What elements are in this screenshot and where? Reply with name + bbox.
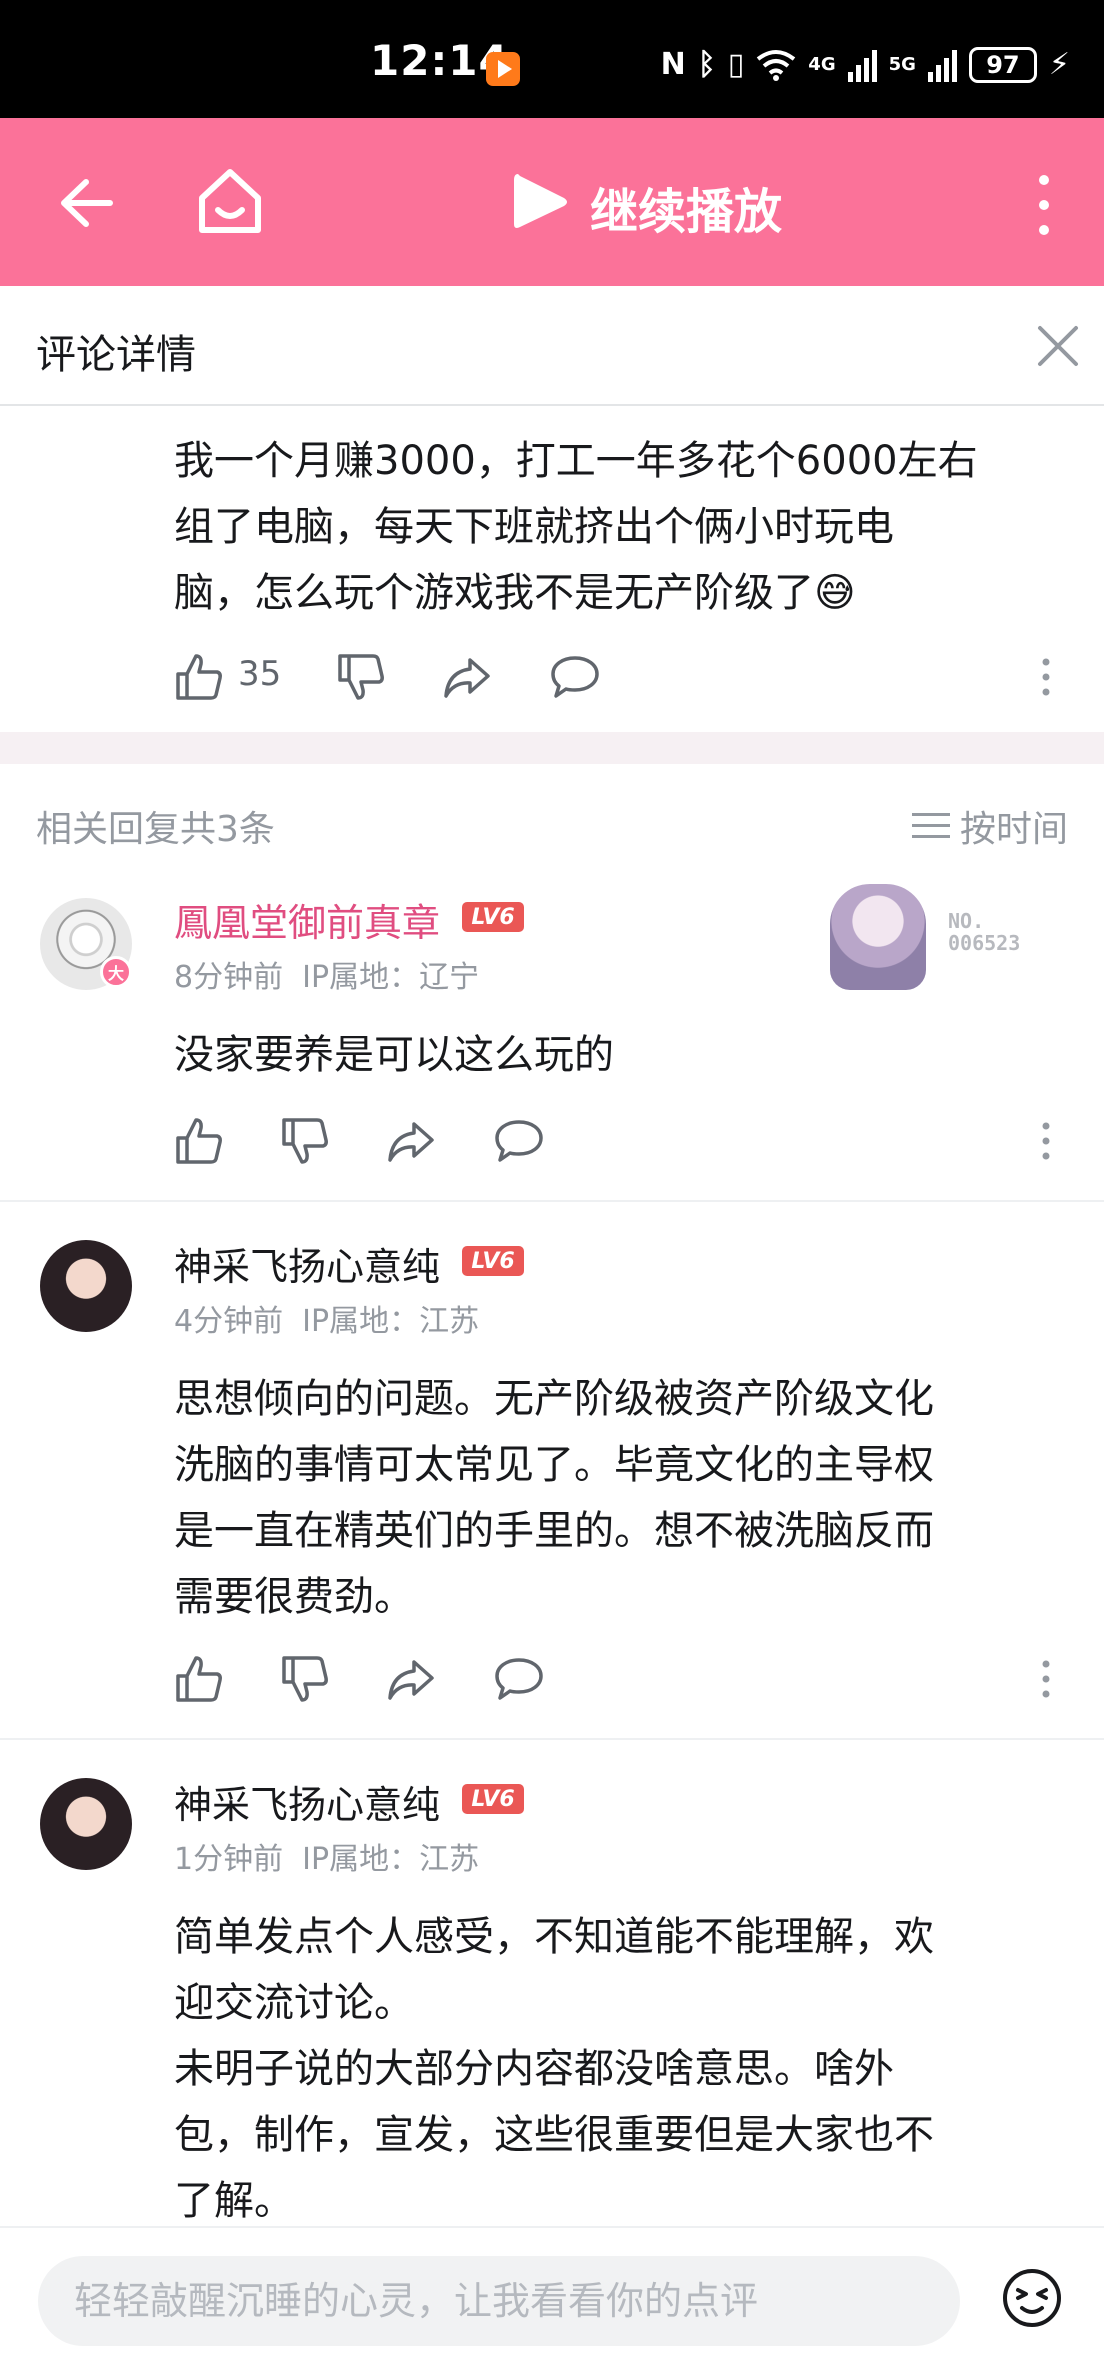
battery-indicator: 97 <box>968 47 1037 83</box>
comment-line: 组了电脑，每天下班就挤出个俩小时玩电 <box>174 504 894 550</box>
vibrate-icon: ▯ <box>727 47 745 82</box>
sort-label: 按时间 <box>959 809 1068 850</box>
reply-ip: IP属地：辽宁 <box>302 960 480 995</box>
section-divider <box>0 732 1104 764</box>
avatar[interactable] <box>40 1240 132 1332</box>
reply-actions <box>174 1654 1074 1714</box>
reply-ip: IP属地：江苏 <box>302 1304 480 1339</box>
thumb-down-icon[interactable] <box>280 1116 330 1166</box>
sort-icon <box>911 811 950 841</box>
wifi-icon <box>757 50 796 81</box>
reply-text: 简单发点个人感受，不知道能不能理解，欢 迎交流讨论。 未明子说的大部分内容都没啥… <box>174 1904 1074 2234</box>
reply-actions <box>174 1116 1074 1176</box>
more-vertical-icon[interactable] <box>1036 652 1056 702</box>
fan-card-number: NO. 006523 <box>948 909 1021 955</box>
username[interactable]: 神采飞扬心意纯 <box>174 1236 440 1291</box>
thumb-up-icon[interactable] <box>174 652 224 702</box>
username[interactable]: 神采飞扬心意纯 <box>174 1774 440 1829</box>
comment-icon[interactable] <box>494 1116 544 1166</box>
comment-line: 需要很费劲。 <box>174 1574 414 1620</box>
status-bar: 12:14 N ᛒ ▯ 4G 5G 97 ⚡ <box>0 0 1104 118</box>
comment-line: 洗脑的事情可太常见了。毕竟文化的主导权 <box>174 1442 934 1488</box>
reply-time: 4分钟前 <box>174 1304 284 1339</box>
comment-line: 简单发点个人感受，不知道能不能理解，欢 <box>174 1914 934 1960</box>
share-icon[interactable] <box>442 652 492 702</box>
reply-divider <box>0 1738 1104 1740</box>
bluetooth-icon: ᛒ <box>697 47 716 82</box>
home-icon[interactable] <box>190 162 270 242</box>
thumb-down-icon[interactable] <box>280 1654 330 1704</box>
signal-icon <box>847 48 877 82</box>
share-icon[interactable] <box>386 1116 436 1166</box>
nfc-icon: N <box>660 47 686 82</box>
close-icon[interactable] <box>1034 322 1082 370</box>
vip-badge: 大 <box>100 956 132 988</box>
charging-icon: ⚡ <box>1048 47 1070 82</box>
fan-card-image <box>830 884 926 990</box>
reply-time: 1分钟前 <box>174 1842 284 1877</box>
reply-ip: IP属地：江苏 <box>302 1842 480 1877</box>
like-count: 35 <box>238 654 282 694</box>
comment-line: 未明子说的大部分内容都没啥意思。啥外 <box>174 2046 894 2092</box>
reply-divider <box>0 1200 1104 1202</box>
back-arrow-icon[interactable] <box>50 168 120 238</box>
reply-text: 思想倾向的问题。无产阶级被资产阶级文化 洗脑的事情可太常见了。毕竟文化的主导权 … <box>174 1366 1074 1630</box>
reply-input-bar <box>0 2226 1104 2376</box>
emoji-icon[interactable] <box>1000 2266 1064 2330</box>
play-icon[interactable] <box>510 170 570 234</box>
share-icon[interactable] <box>386 1654 436 1704</box>
comment-icon[interactable] <box>550 652 600 702</box>
more-vertical-icon[interactable] <box>1036 1654 1056 1704</box>
more-vertical-icon[interactable] <box>1036 1116 1056 1166</box>
main-comment-text: 我一个月赚3000，打工一年多花个6000左右 组了电脑，每天下班就挤出个俩小时… <box>174 428 1074 626</box>
fan-card-badge: NO. 006523 <box>820 880 1040 992</box>
reply-time: 8分钟前 <box>174 960 284 995</box>
thumb-up-icon[interactable] <box>174 1654 224 1704</box>
signal-icon <box>927 48 957 82</box>
comment-line: 我一个月赚3000，打工一年多花个6000左右 <box>174 438 978 484</box>
avatar[interactable] <box>40 1778 132 1870</box>
status-icons: N ᛒ ▯ 4G 5G 97 ⚡ <box>661 40 1070 90</box>
comment-line: 包，制作，宣发，这些很重要但是大家也不 <box>174 2112 934 2158</box>
app-notification-icon <box>486 52 520 86</box>
level-badge: LV6 <box>462 902 524 932</box>
app-header: 继续播放 <box>0 118 1104 286</box>
more-vertical-icon[interactable] <box>1030 170 1058 240</box>
reply-meta: 1分钟前 IP属地：江苏 <box>174 1834 479 1878</box>
comment-detail-bar: 评论详情 <box>0 286 1104 406</box>
comment-line: 没家要养是可以这么玩的 <box>174 1032 614 1078</box>
continue-play-button[interactable]: 继续播放 <box>590 172 782 242</box>
comment-line: 迎交流讨论。 <box>174 1980 414 2026</box>
reply-input[interactable] <box>38 2256 960 2346</box>
network-5g-label: 5G <box>888 54 916 75</box>
comment-icon[interactable] <box>494 1654 544 1704</box>
comment-line: 是一直在精英们的手里的。想不被洗脑反而 <box>174 1508 934 1554</box>
level-badge: LV6 <box>462 1246 524 1276</box>
main-comment-actions: 35 <box>174 652 1074 712</box>
username[interactable]: 鳳凰堂御前真章 <box>174 892 440 947</box>
level-badge: LV6 <box>462 1784 524 1814</box>
comment-line: 脑，怎么玩个游戏我不是无产阶级了😅 <box>174 570 856 616</box>
page-title: 评论详情 <box>36 332 196 378</box>
comment-line: 思想倾向的问题。无产阶级被资产阶级文化 <box>174 1376 934 1422</box>
thumb-up-icon[interactable] <box>174 1116 224 1166</box>
network-4g-label: 4G <box>808 54 836 75</box>
reply-meta: 4分钟前 IP属地：江苏 <box>174 1296 479 1340</box>
sort-by-time-button[interactable]: 按时间 <box>911 800 1068 852</box>
reply-text: 没家要养是可以这么玩的 <box>174 1022 1074 1088</box>
reply-meta: 8分钟前 IP属地：辽宁 <box>174 952 479 996</box>
comment-line: 了解。 <box>174 2178 294 2224</box>
replies-count-label: 相关回复共3条 <box>36 809 275 850</box>
thumb-down-icon[interactable] <box>336 652 386 702</box>
